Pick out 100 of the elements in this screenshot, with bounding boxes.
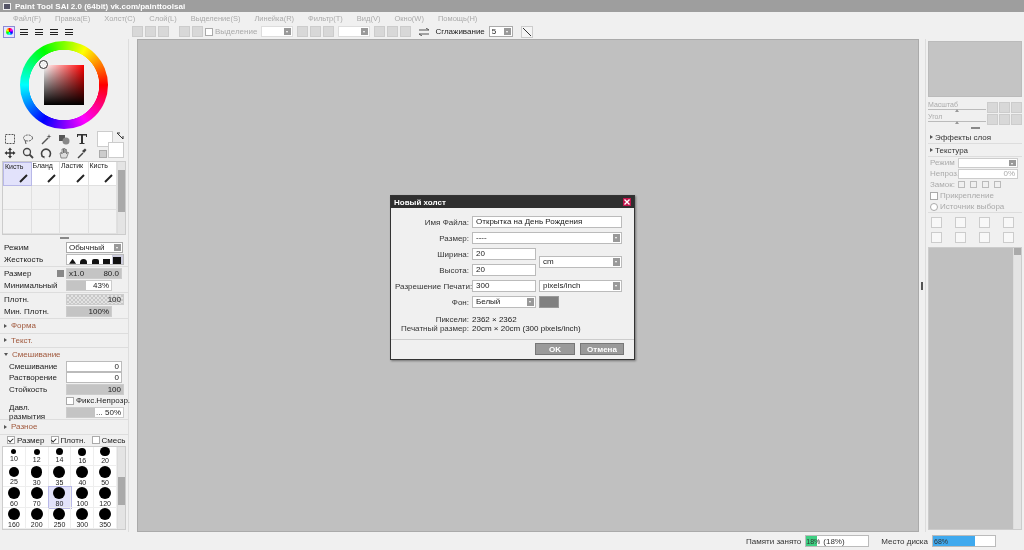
move-icon[interactable] bbox=[4, 147, 16, 159]
smoothing-select[interactable]: 5 bbox=[488, 26, 513, 37]
checkbox[interactable] bbox=[91, 436, 100, 444]
background-color-swatch[interactable] bbox=[539, 296, 559, 308]
section-header[interactable]: Эффекты слоя bbox=[935, 132, 992, 142]
setting-label: Стойкость bbox=[8, 384, 49, 394]
close-button[interactable] bbox=[623, 198, 631, 206]
layer-tool-icon[interactable] bbox=[979, 232, 990, 243]
slider[interactable]: 100 bbox=[66, 383, 124, 395]
setting-label: Жесткость bbox=[4, 254, 45, 264]
toolbar-dropdown[interactable] bbox=[338, 26, 371, 37]
toolbar-button[interactable] bbox=[400, 26, 412, 37]
toolbar-button[interactable] bbox=[374, 26, 386, 37]
section-header[interactable]: Разное bbox=[11, 422, 38, 432]
minus-button[interactable] bbox=[57, 270, 64, 278]
zoom-out-button[interactable] bbox=[987, 101, 998, 113]
unit-select[interactable]: cm bbox=[539, 256, 622, 268]
selection-checkbox[interactable] bbox=[205, 27, 213, 36]
background-select[interactable]: Белый bbox=[472, 296, 536, 308]
color-square[interactable] bbox=[44, 65, 84, 105]
swap-colors-icon[interactable] bbox=[116, 132, 124, 140]
rectangle-select-icon[interactable] bbox=[4, 133, 16, 145]
brush-icon bbox=[75, 173, 86, 183]
lasso-icon[interactable] bbox=[22, 133, 34, 145]
file-name-field[interactable]: Открытка на День Рождения bbox=[472, 216, 622, 228]
selection-label: Выделение bbox=[215, 27, 258, 36]
slider[interactable]: ... 50% bbox=[66, 406, 124, 418]
checkbox[interactable] bbox=[930, 191, 938, 200]
mode-label: Режим bbox=[930, 158, 956, 167]
text-tool-icon[interactable] bbox=[76, 133, 88, 145]
number-field[interactable]: 0 bbox=[66, 360, 122, 372]
slider-value: 100 bbox=[107, 295, 122, 305]
hand-icon[interactable] bbox=[58, 147, 70, 159]
checkbox-label: Прикрепление bbox=[940, 191, 994, 200]
slider[interactable]: 100% bbox=[66, 305, 112, 317]
toolbar-button[interactable] bbox=[387, 26, 399, 37]
secondary-color-swatch[interactable] bbox=[108, 142, 124, 158]
toolbar-button[interactable] bbox=[323, 26, 335, 37]
eyedropper-icon[interactable] bbox=[76, 147, 88, 159]
layer-tool-icon[interactable] bbox=[955, 232, 966, 243]
expand-arrow-icon[interactable] bbox=[4, 353, 8, 357]
slider[interactable]: 43% bbox=[66, 279, 112, 291]
checkbox-label: Размер bbox=[17, 435, 45, 445]
width-field[interactable]: 20 bbox=[472, 248, 536, 260]
scrollbar[interactable] bbox=[1013, 248, 1021, 529]
fill-bucket-icon[interactable] bbox=[58, 133, 70, 145]
magic-wand-icon[interactable] bbox=[40, 133, 52, 145]
expand-arrow-icon[interactable] bbox=[4, 323, 7, 328]
checkbox-label: Смесь bbox=[101, 435, 126, 445]
setting-label: Плотн. bbox=[4, 295, 31, 305]
scrollbar[interactable] bbox=[117, 446, 125, 529]
layer-tool-icon[interactable] bbox=[955, 217, 966, 228]
layer-tool-icon[interactable] bbox=[979, 217, 990, 228]
layer-tool-icon[interactable] bbox=[1003, 232, 1014, 243]
zoom-icon[interactable] bbox=[22, 147, 34, 159]
resolution-field[interactable]: 300 bbox=[472, 280, 536, 292]
rotate-icon[interactable] bbox=[40, 147, 52, 159]
setting-label: Размер bbox=[4, 269, 33, 279]
expand-arrow-icon[interactable] bbox=[4, 338, 7, 343]
slider[interactable]: 100 bbox=[66, 294, 124, 306]
field-label: Размер: bbox=[438, 233, 469, 243]
toolbar-dropdown[interactable] bbox=[261, 26, 294, 37]
hardness-option[interactable] bbox=[111, 254, 123, 264]
line-icon[interactable] bbox=[520, 25, 533, 38]
section-header[interactable]: Смешивание bbox=[12, 350, 61, 360]
layer-tool-icon[interactable] bbox=[931, 217, 942, 228]
rotate-right-button[interactable] bbox=[999, 113, 1010, 125]
scrollbar[interactable] bbox=[117, 162, 125, 234]
angle-reset-button[interactable] bbox=[1011, 113, 1022, 125]
checkbox[interactable] bbox=[7, 436, 15, 444]
mode-select[interactable]: Обычный bbox=[66, 242, 123, 254]
swap-icon[interactable] bbox=[419, 27, 430, 36]
toolbar-button[interactable] bbox=[310, 26, 322, 37]
checkbox[interactable] bbox=[66, 396, 74, 405]
section-header[interactable]: Текст. bbox=[11, 335, 33, 345]
layer-tool-icon[interactable] bbox=[1003, 217, 1014, 228]
rotate-left-button[interactable] bbox=[987, 113, 998, 125]
section-header[interactable]: Форма bbox=[11, 321, 36, 331]
height-field[interactable]: 20 bbox=[472, 264, 536, 276]
color-wheel-icon[interactable] bbox=[3, 25, 15, 38]
radio-label: Источник выбора bbox=[940, 202, 1005, 211]
expand-arrow-icon[interactable] bbox=[930, 148, 933, 152]
primary-color-swatch[interactable] bbox=[97, 131, 113, 147]
section-header[interactable]: Текстура bbox=[935, 145, 969, 155]
expand-arrow-icon[interactable] bbox=[4, 424, 7, 429]
zoom-reset-button[interactable] bbox=[1011, 101, 1022, 113]
setting-label: Режим bbox=[4, 243, 30, 253]
layer-tool-icon[interactable] bbox=[931, 232, 942, 243]
resolution-unit-select[interactable]: pixels/inch bbox=[539, 280, 622, 292]
size-select[interactable]: ---- bbox=[472, 232, 622, 244]
checkbox[interactable] bbox=[50, 436, 59, 444]
toolbar-button[interactable] bbox=[297, 26, 309, 37]
opacity-label: Непроз. bbox=[930, 169, 956, 178]
number-field[interactable]: 0 bbox=[66, 372, 122, 384]
expand-arrow-icon[interactable] bbox=[930, 135, 933, 139]
radio-button[interactable] bbox=[930, 202, 938, 211]
blend-mode-select[interactable] bbox=[958, 157, 1018, 168]
zoom-in-button[interactable] bbox=[999, 101, 1010, 113]
reset-colors-icon[interactable] bbox=[99, 150, 107, 158]
size-slider[interactable]: x1.0 80.0 bbox=[66, 268, 122, 280]
